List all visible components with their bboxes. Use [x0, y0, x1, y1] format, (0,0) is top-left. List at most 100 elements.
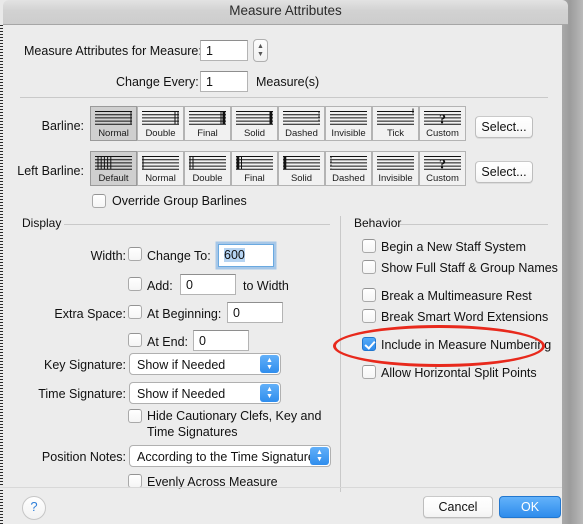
measure-number-stepper[interactable]: ▲ ▼: [253, 39, 268, 62]
behavior-checkbox-5[interactable]: [362, 365, 376, 379]
barline-option-double[interactable]: Double: [137, 106, 184, 141]
footer-divider: [0, 487, 562, 488]
cancel-button[interactable]: Cancel: [423, 496, 493, 518]
barline-option-label: Final: [197, 128, 218, 139]
left-barline-label: Left Barline:: [17, 164, 84, 178]
width-label: Width:: [90, 249, 126, 263]
hide-cautionary-checkbox[interactable]: [128, 409, 142, 423]
left-barline-option-normal[interactable]: Normal: [137, 151, 184, 186]
add-checkbox[interactable]: [128, 277, 142, 291]
change-every-label: Change Every:: [116, 75, 199, 89]
position-notes-value: According to the Time Signature: [137, 450, 315, 464]
barline-option-solid[interactable]: Solid: [231, 106, 278, 141]
time-signature-popup[interactable]: Show if Needed ▲ ▼: [129, 382, 281, 404]
at-end-checkbox[interactable]: [128, 333, 142, 347]
behavior-checkbox-3[interactable]: [362, 309, 376, 323]
left-barline-option-solid[interactable]: Solid: [278, 151, 325, 186]
left-barline-option-dashed[interactable]: Dashed: [325, 151, 372, 186]
left-barline-option-final[interactable]: Final: [231, 151, 278, 186]
time-signature-value: Show if Needed: [137, 387, 226, 401]
change-to-checkbox[interactable]: [128, 247, 142, 261]
behavior-checkbox-1[interactable]: [362, 260, 376, 274]
barline-dashed-icon: [279, 107, 324, 129]
left-barline-select-button[interactable]: Select...: [475, 161, 533, 183]
left-barline-dashed-icon: [326, 152, 371, 174]
behavior-label-1: Show Full Staff & Group Names: [381, 261, 558, 275]
left-barline-option-default[interactable]: Default: [90, 151, 137, 186]
add-input[interactable]: 0: [180, 274, 236, 295]
behavior-group-title: Behavior: [354, 216, 407, 230]
barline-option-label: Normal: [98, 128, 129, 139]
behavior-checkbox-2[interactable]: [362, 288, 376, 302]
barline-option-normal[interactable]: Normal: [90, 106, 137, 141]
left-barline-solid-icon: [279, 152, 324, 174]
barline-option-dashed[interactable]: Dashed: [278, 106, 325, 141]
ok-button[interactable]: OK: [499, 496, 561, 518]
window-title: Measure Attributes: [229, 3, 342, 18]
left-barline-option-custom[interactable]: ? Custom: [419, 151, 466, 186]
key-signature-chevron-icon[interactable]: ▲ ▼: [260, 355, 279, 373]
key-signature-label: Key Signature:: [44, 358, 126, 372]
left-barline-option-double[interactable]: Double: [184, 151, 231, 186]
left-barline-double-icon: [185, 152, 230, 174]
stepper-up-arrow[interactable]: ▲: [254, 43, 267, 50]
left-barline-invisible-icon: [373, 152, 418, 174]
override-group-barlines-checkbox[interactable]: [92, 194, 106, 208]
display-group-title: Display: [22, 216, 67, 230]
evenly-across-measure-checkbox[interactable]: [128, 474, 142, 488]
change-to-input-value: 600: [224, 248, 245, 262]
left-barline-option-label: Double: [192, 173, 223, 184]
behavior-label-0: Begin a New Staff System: [381, 240, 526, 254]
left-barline-option-label: Custom: [426, 173, 459, 184]
svg-text:?: ?: [439, 112, 446, 127]
dialog-window: Measure Attributes Measure Attributes fo…: [0, 0, 583, 524]
window-right-shadow: [562, 0, 583, 524]
time-signature-chevron-icon[interactable]: ▲ ▼: [260, 384, 279, 402]
behavior-checkbox-4[interactable]: [362, 337, 376, 351]
display-behavior-separator: [340, 216, 341, 492]
title-bar[interactable]: Measure Attributes: [3, 0, 568, 25]
barline-option-invisible[interactable]: Invisible: [325, 106, 372, 141]
barline-invisible-icon: [326, 107, 371, 129]
change-to-label: Change To:: [147, 249, 211, 263]
left-barline-option-invisible[interactable]: Invisible: [372, 151, 419, 186]
help-button[interactable]: ?: [22, 496, 46, 520]
behavior-label-4: Include in Measure Numbering: [381, 338, 552, 352]
at-beginning-label: At Beginning:: [147, 307, 222, 321]
hide-cautionary-label-line1: Hide Cautionary Clefs, Key and: [147, 409, 322, 423]
left-barline-final-icon: [232, 152, 277, 174]
barline-double-icon: [138, 107, 183, 129]
barline-select-button[interactable]: Select...: [475, 116, 533, 138]
measure-number-input[interactable]: 1: [200, 40, 248, 61]
barline-option-label: Tick: [386, 128, 405, 139]
position-notes-chevron-icon[interactable]: ▲ ▼: [310, 447, 329, 465]
barline-option-tick[interactable]: Tick: [372, 106, 419, 141]
at-end-label: At End:: [147, 335, 188, 349]
measures-suffix-label: Measure(s): [256, 75, 320, 89]
key-signature-value: Show if Needed: [137, 358, 226, 372]
barline-option-final[interactable]: Final: [184, 106, 231, 141]
behavior-label-5: Allow Horizontal Split Points: [381, 366, 537, 380]
barline-option-label: Solid: [243, 128, 266, 139]
behavior-label-2: Break a Multimeasure Rest: [381, 289, 532, 303]
extra-space-label: Extra Space:: [54, 307, 126, 321]
override-group-barlines-label: Override Group Barlines: [112, 194, 247, 208]
barline-option-custom[interactable]: ? Custom: [419, 106, 466, 141]
key-signature-popup[interactable]: Show if Needed ▲ ▼: [129, 353, 281, 375]
barline-option-label: Custom: [426, 128, 459, 139]
barline-option-label: Double: [145, 128, 176, 139]
at-end-input[interactable]: 0: [193, 330, 249, 351]
at-beginning-input[interactable]: 0: [227, 302, 283, 323]
change-every-input[interactable]: 1: [200, 71, 248, 92]
display-group-rule: [64, 224, 330, 225]
behavior-checkbox-0[interactable]: [362, 239, 376, 253]
measure-attributes-for-measure-label: Measure Attributes for Measure:: [24, 44, 202, 58]
behavior-label-3: Break Smart Word Extensions: [381, 310, 549, 324]
at-beginning-checkbox[interactable]: [128, 305, 142, 319]
change-to-input[interactable]: 600: [218, 244, 274, 267]
add-label: Add:: [147, 279, 173, 293]
left-barline-option-label: Final: [244, 173, 265, 184]
barline-normal-icon: [91, 107, 136, 129]
position-notes-popup[interactable]: According to the Time Signature ▲ ▼: [129, 445, 331, 467]
stepper-down-arrow[interactable]: ▼: [254, 51, 267, 58]
